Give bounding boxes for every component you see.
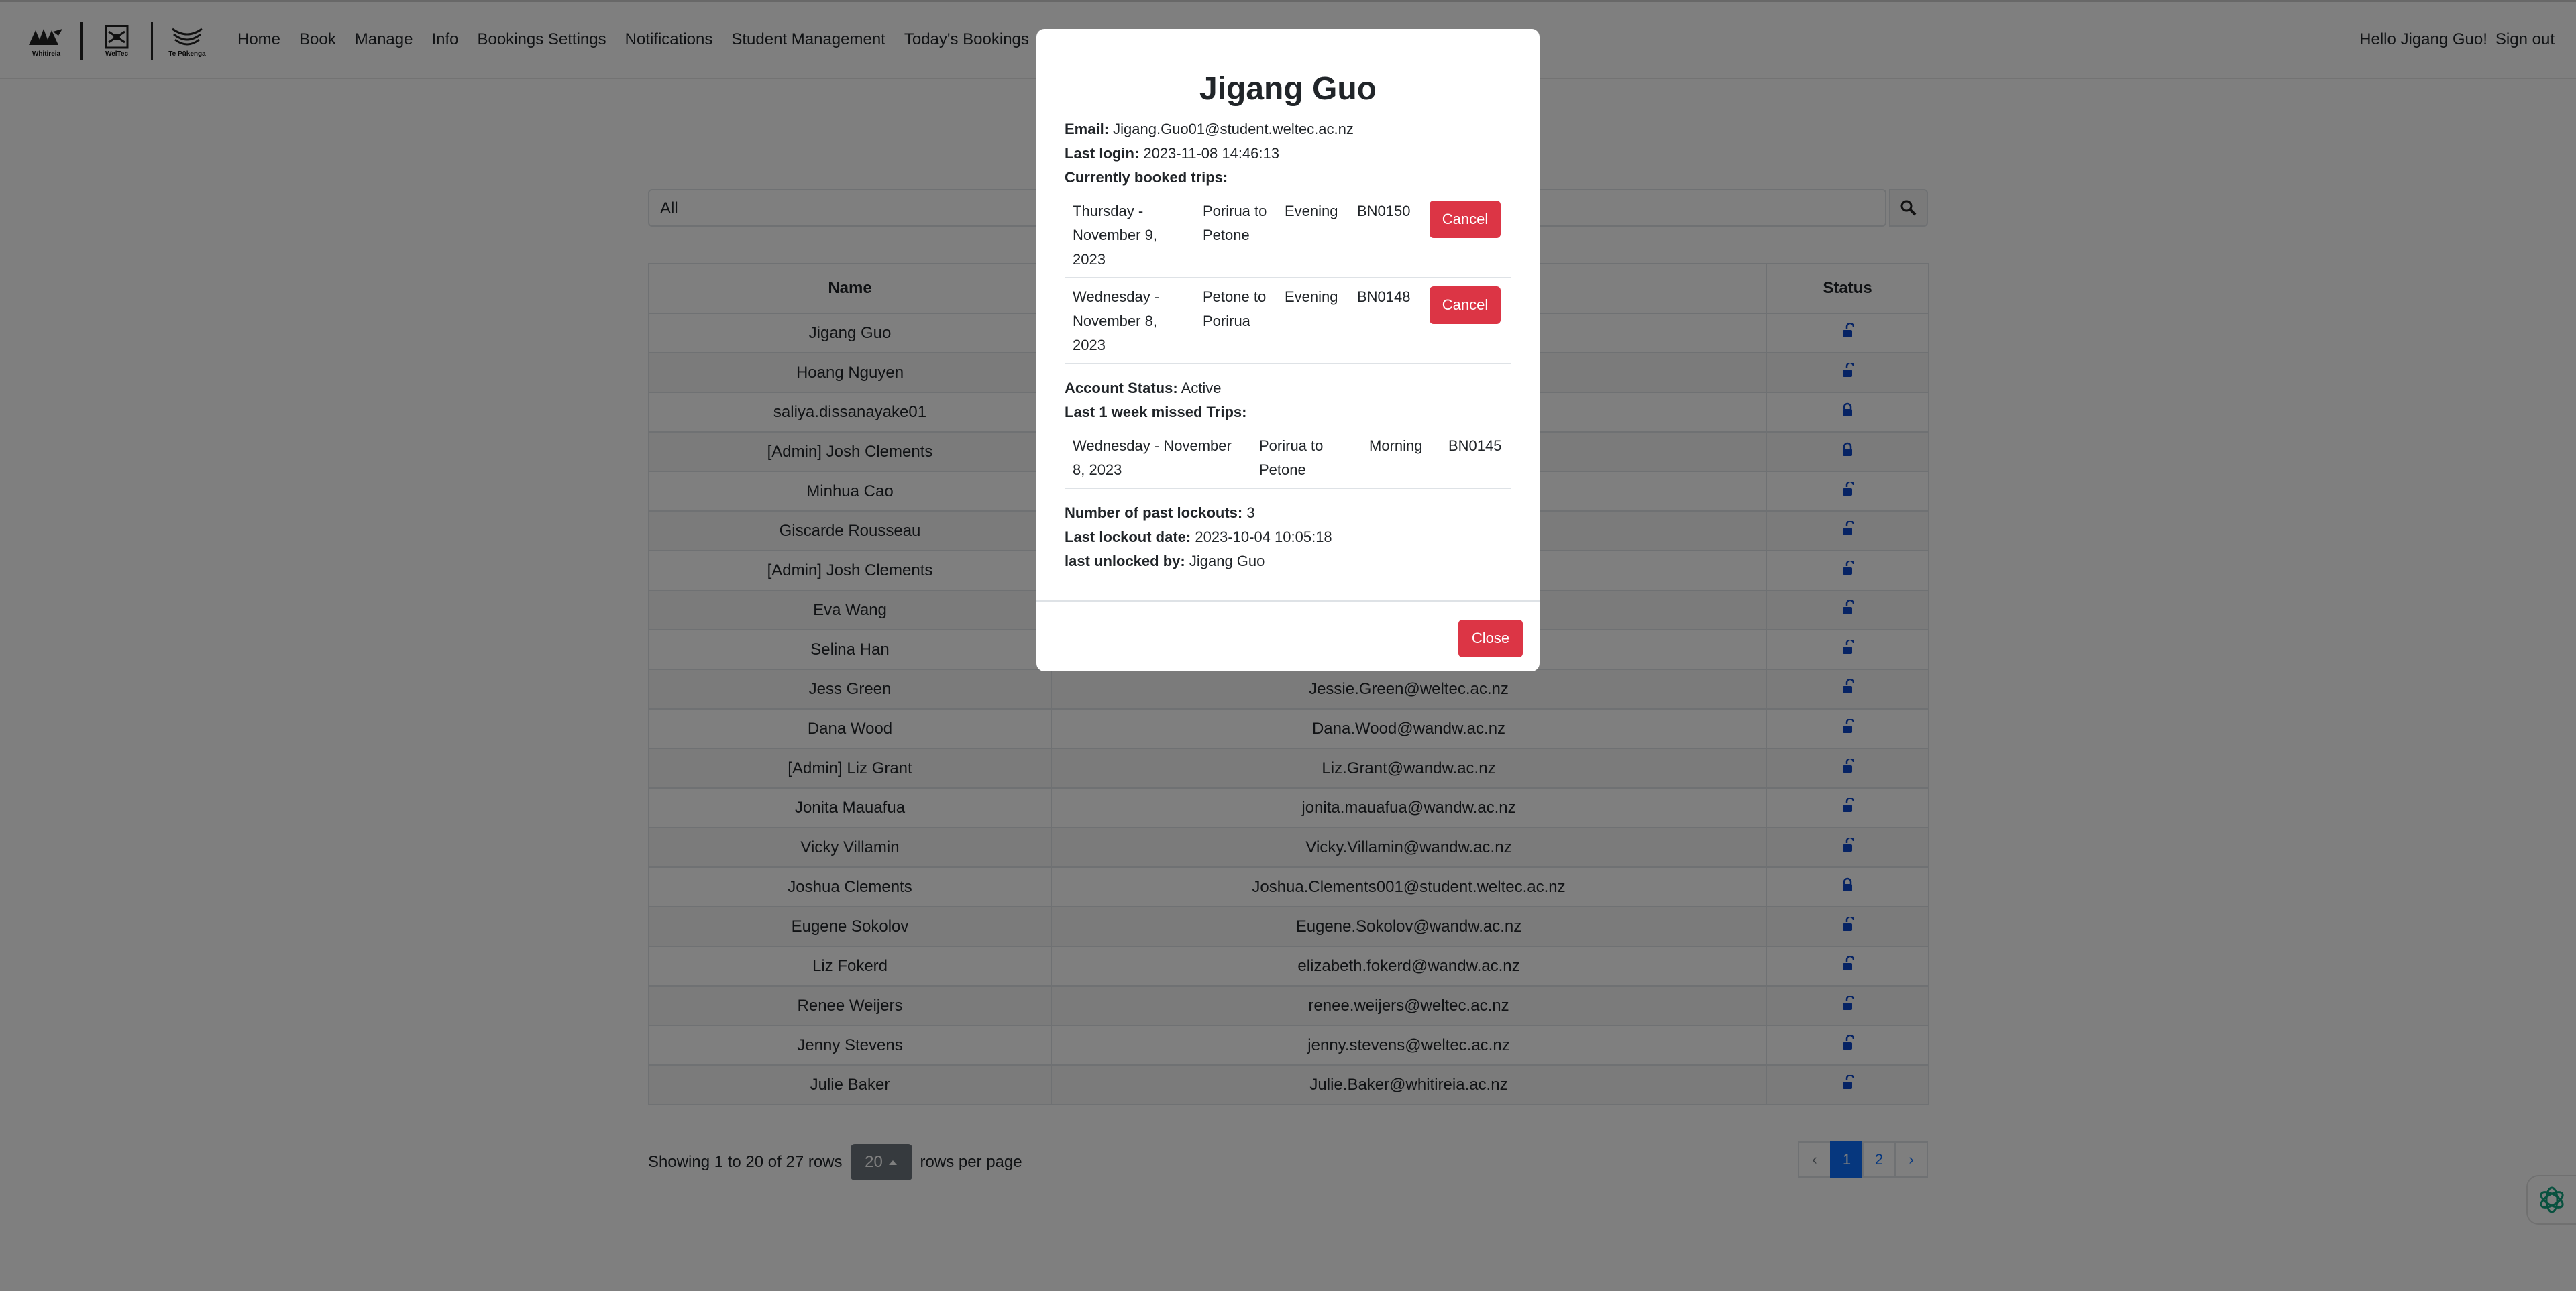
trip-action-cell: Cancel [1421, 192, 1511, 278]
unlocked-by-row: last unlocked by: Jigang Guo [1065, 549, 1511, 573]
last-login-label: Last login: [1065, 145, 1140, 162]
lockouts-row: Number of past lockouts: 3 [1065, 501, 1511, 525]
last-login-value: 2023-11-08 14:46:13 [1143, 145, 1279, 162]
booked-trip-row: Thursday - November 9, 2023 Porirua to P… [1065, 192, 1511, 278]
trip-code: BN0145 [1440, 427, 1511, 489]
missed-trips-heading: Last 1 week missed Trips: [1065, 400, 1511, 425]
account-status-row: Account Status: Active [1065, 376, 1511, 400]
email-label: Email: [1065, 121, 1110, 137]
last-lockout-row: Last lockout date: 2023-10-04 10:05:18 [1065, 525, 1511, 549]
missed-trips-label: Last 1 week missed Trips: [1065, 404, 1247, 420]
modal-title: Jigang Guo [1199, 71, 1377, 107]
unlocked-by-value: Jigang Guo [1189, 553, 1265, 569]
trip-route: Porirua to Petone [1195, 192, 1277, 278]
modal-footer-divider [1036, 600, 1540, 602]
booked-trips-heading: Currently booked trips: [1065, 166, 1511, 190]
last-lockout-value: 2023-10-04 10:05:18 [1195, 528, 1332, 545]
trip-route: Porirua to Petone [1251, 427, 1361, 489]
trip-date: Wednesday - November 8, 2023 [1065, 427, 1251, 489]
email-row: Email: Jigang.Guo01@student.weltec.ac.nz [1065, 117, 1511, 142]
lockouts-value: 3 [1246, 504, 1255, 521]
last-login-row: Last login: 2023-11-08 14:46:13 [1065, 142, 1511, 166]
missed-trip-row: Wednesday - November 8, 2023 Porirua to … [1065, 427, 1511, 489]
modal-close-button[interactable]: Close [1458, 620, 1523, 657]
cancel-trip-button[interactable]: Cancel [1430, 286, 1501, 324]
trip-route: Petone to Porirua [1195, 278, 1277, 364]
email-value: Jigang.Guo01@student.weltec.ac.nz [1113, 121, 1354, 137]
trip-time: Evening [1277, 278, 1349, 364]
student-details-modal: Jigang Guo Email: Jigang.Guo01@student.w… [1036, 29, 1540, 671]
booked-trips-table: Thursday - November 9, 2023 Porirua to P… [1065, 192, 1511, 364]
trip-action-cell: Cancel [1421, 278, 1511, 364]
trip-code: BN0148 [1349, 278, 1421, 364]
booked-trips-label: Currently booked trips: [1065, 169, 1228, 186]
booked-trip-row: Wednesday - November 8, 2023 Petone to P… [1065, 278, 1511, 364]
account-status-value: Active [1181, 380, 1222, 396]
missed-trips-table: Wednesday - November 8, 2023 Porirua to … [1065, 427, 1511, 489]
trip-code: BN0150 [1349, 192, 1421, 278]
trip-date: Wednesday - November 8, 2023 [1065, 278, 1195, 364]
trip-date: Thursday - November 9, 2023 [1065, 192, 1195, 278]
lockouts-label: Number of past lockouts: [1065, 504, 1243, 521]
unlocked-by-label: last unlocked by: [1065, 553, 1185, 569]
trip-time: Morning [1361, 427, 1440, 489]
trip-time: Evening [1277, 192, 1349, 278]
last-lockout-label: Last lockout date: [1065, 528, 1191, 545]
account-status-label: Account Status: [1065, 380, 1178, 396]
cancel-trip-button[interactable]: Cancel [1430, 201, 1501, 238]
modal-body: Jigang Guo Email: Jigang.Guo01@student.w… [1065, 70, 1511, 573]
